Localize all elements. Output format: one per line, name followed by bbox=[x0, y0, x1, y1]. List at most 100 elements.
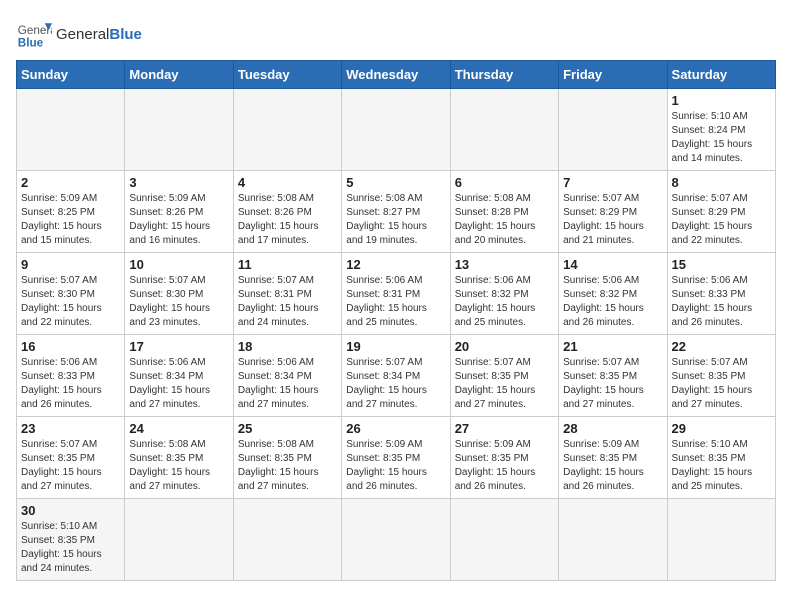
cell-info: Sunrise: 5:07 AM Sunset: 8:35 PM Dayligh… bbox=[455, 356, 554, 412]
calendar-cell: 2 Sunrise: 5:09 AM Sunset: 8:25 PM Daylig… bbox=[17, 171, 125, 253]
calendar-cell: 18 Sunrise: 5:06 AM Sunset: 8:34 PM Dayli… bbox=[233, 335, 341, 417]
calendar-cell bbox=[125, 499, 233, 581]
day-header-wednesday: Wednesday bbox=[342, 61, 450, 89]
calendar-cell: 22 Sunrise: 5:07 AM Sunset: 8:35 PM Dayli… bbox=[667, 335, 775, 417]
calendar-cell: 5 Sunrise: 5:08 AM Sunset: 8:27 PM Daylig… bbox=[342, 171, 450, 253]
day-header-monday: Monday bbox=[125, 61, 233, 89]
calendar-cell bbox=[450, 89, 558, 171]
cell-info: Sunrise: 5:06 AM Sunset: 8:33 PM Dayligh… bbox=[672, 274, 771, 330]
day-number: 3 bbox=[129, 175, 228, 190]
cell-info: Sunrise: 5:07 AM Sunset: 8:29 PM Dayligh… bbox=[563, 192, 662, 248]
day-number: 12 bbox=[346, 257, 445, 272]
day-number: 20 bbox=[455, 339, 554, 354]
calendar-cell: 28Sunrise: 5:09 AM Sunset: 8:35 PM Dayli… bbox=[559, 417, 667, 499]
calendar-cell: 9 Sunrise: 5:07 AM Sunset: 8:30 PM Daylig… bbox=[17, 253, 125, 335]
cell-info: Sunrise: 5:08 AM Sunset: 8:28 PM Dayligh… bbox=[455, 192, 554, 248]
cell-info: Sunrise: 5:08 AM Sunset: 8:35 PM Dayligh… bbox=[129, 438, 228, 494]
day-number: 19 bbox=[346, 339, 445, 354]
logo-icon: General Blue bbox=[16, 16, 52, 52]
calendar-cell: 26 Sunrise: 5:09 AM Sunset: 8:35 PM Dayli… bbox=[342, 417, 450, 499]
calendar-cell: 13 Sunrise: 5:06 AM Sunset: 8:32 PM Dayli… bbox=[450, 253, 558, 335]
calendar-cell: 14 Sunrise: 5:06 AM Sunset: 8:32 PM Dayli… bbox=[559, 253, 667, 335]
cell-info: Sunrise: 5:09 AM Sunset: 8:35 PM Dayligh… bbox=[346, 438, 445, 494]
day-number: 14 bbox=[563, 257, 662, 272]
cell-info: Sunrise: 5:10 AM Sunset: 8:24 PM Dayligh… bbox=[672, 110, 771, 166]
calendar-cell bbox=[559, 499, 667, 581]
day-number: 8 bbox=[672, 175, 771, 190]
day-number: 26 bbox=[346, 421, 445, 436]
day-header-friday: Friday bbox=[559, 61, 667, 89]
calendar-cell bbox=[233, 89, 341, 171]
svg-text:Blue: Blue bbox=[18, 37, 44, 50]
day-number: 5 bbox=[346, 175, 445, 190]
calendar-week-row: 23 Sunrise: 5:07 AM Sunset: 8:35 PM Dayli… bbox=[17, 417, 776, 499]
calendar-cell: 24 Sunrise: 5:08 AM Sunset: 8:35 PM Dayli… bbox=[125, 417, 233, 499]
calendar-cell: 11 Sunrise: 5:07 AM Sunset: 8:31 PM Dayli… bbox=[233, 253, 341, 335]
cell-info: Sunrise: 5:06 AM Sunset: 8:32 PM Dayligh… bbox=[455, 274, 554, 330]
cell-info: Sunrise: 5:07 AM Sunset: 8:31 PM Dayligh… bbox=[238, 274, 337, 330]
cell-info: Sunrise: 5:07 AM Sunset: 8:30 PM Dayligh… bbox=[129, 274, 228, 330]
day-number: 15 bbox=[672, 257, 771, 272]
calendar-cell: 12 Sunrise: 5:06 AM Sunset: 8:31 PM Dayli… bbox=[342, 253, 450, 335]
calendar-cell bbox=[17, 89, 125, 171]
day-number: 1 bbox=[672, 93, 771, 108]
day-number: 7 bbox=[563, 175, 662, 190]
cell-info: Sunrise: 5:09 AM Sunset: 8:26 PM Dayligh… bbox=[129, 192, 228, 248]
day-number: 10 bbox=[129, 257, 228, 272]
calendar: SundayMondayTuesdayWednesdayThursdayFrid… bbox=[16, 60, 776, 581]
cell-info: Sunrise: 5:06 AM Sunset: 8:32 PM Dayligh… bbox=[563, 274, 662, 330]
calendar-week-row: 30 Sunrise: 5:10 AM Sunset: 8:35 PM Dayli… bbox=[17, 499, 776, 581]
calendar-cell: 1 Sunrise: 5:10 AM Sunset: 8:24 PM Daylig… bbox=[667, 89, 775, 171]
day-number: 17 bbox=[129, 339, 228, 354]
calendar-cell: 16Sunrise: 5:06 AM Sunset: 8:33 PM Dayli… bbox=[17, 335, 125, 417]
calendar-cell: 15 Sunrise: 5:06 AM Sunset: 8:33 PM Dayli… bbox=[667, 253, 775, 335]
cell-info: Sunrise: 5:10 AM Sunset: 8:35 PM Dayligh… bbox=[672, 438, 771, 494]
day-number: 9 bbox=[21, 257, 120, 272]
calendar-cell: 20 Sunrise: 5:07 AM Sunset: 8:35 PM Dayli… bbox=[450, 335, 558, 417]
day-number: 30 bbox=[21, 503, 120, 518]
calendar-week-row: 16Sunrise: 5:06 AM Sunset: 8:33 PM Dayli… bbox=[17, 335, 776, 417]
cell-info: Sunrise: 5:07 AM Sunset: 8:30 PM Dayligh… bbox=[21, 274, 120, 330]
calendar-cell: 4Sunrise: 5:08 AM Sunset: 8:26 PM Daylig… bbox=[233, 171, 341, 253]
calendar-cell bbox=[450, 499, 558, 581]
cell-info: Sunrise: 5:07 AM Sunset: 8:29 PM Dayligh… bbox=[672, 192, 771, 248]
calendar-cell: 6Sunrise: 5:08 AM Sunset: 8:28 PM Daylig… bbox=[450, 171, 558, 253]
day-number: 18 bbox=[238, 339, 337, 354]
calendar-cell bbox=[342, 499, 450, 581]
day-number: 25 bbox=[238, 421, 337, 436]
cell-info: Sunrise: 5:09 AM Sunset: 8:25 PM Dayligh… bbox=[21, 192, 120, 248]
cell-info: Sunrise: 5:07 AM Sunset: 8:35 PM Dayligh… bbox=[21, 438, 120, 494]
cell-info: Sunrise: 5:08 AM Sunset: 8:27 PM Dayligh… bbox=[346, 192, 445, 248]
cell-info: Sunrise: 5:07 AM Sunset: 8:35 PM Dayligh… bbox=[672, 356, 771, 412]
day-number: 11 bbox=[238, 257, 337, 272]
calendar-week-row: 1 Sunrise: 5:10 AM Sunset: 8:24 PM Daylig… bbox=[17, 89, 776, 171]
day-number: 23 bbox=[21, 421, 120, 436]
day-number: 27 bbox=[455, 421, 554, 436]
cell-info: Sunrise: 5:06 AM Sunset: 8:34 PM Dayligh… bbox=[129, 356, 228, 412]
cell-info: Sunrise: 5:07 AM Sunset: 8:35 PM Dayligh… bbox=[563, 356, 662, 412]
calendar-cell: 8 Sunrise: 5:07 AM Sunset: 8:29 PM Daylig… bbox=[667, 171, 775, 253]
day-number: 13 bbox=[455, 257, 554, 272]
calendar-cell: 21Sunrise: 5:07 AM Sunset: 8:35 PM Dayli… bbox=[559, 335, 667, 417]
header: General Blue GeneralBlue bbox=[16, 16, 776, 52]
day-number: 22 bbox=[672, 339, 771, 354]
calendar-cell bbox=[342, 89, 450, 171]
cell-info: Sunrise: 5:09 AM Sunset: 8:35 PM Dayligh… bbox=[455, 438, 554, 494]
cell-info: Sunrise: 5:10 AM Sunset: 8:35 PM Dayligh… bbox=[21, 520, 120, 576]
day-number: 2 bbox=[21, 175, 120, 190]
calendar-cell bbox=[233, 499, 341, 581]
calendar-cell: 23 Sunrise: 5:07 AM Sunset: 8:35 PM Dayli… bbox=[17, 417, 125, 499]
calendar-cell: 30 Sunrise: 5:10 AM Sunset: 8:35 PM Dayli… bbox=[17, 499, 125, 581]
calendar-cell: 3 Sunrise: 5:09 AM Sunset: 8:26 PM Daylig… bbox=[125, 171, 233, 253]
calendar-cell: 27 Sunrise: 5:09 AM Sunset: 8:35 PM Dayli… bbox=[450, 417, 558, 499]
calendar-cell bbox=[667, 499, 775, 581]
calendar-cell: 17 Sunrise: 5:06 AM Sunset: 8:34 PM Dayli… bbox=[125, 335, 233, 417]
day-header-tuesday: Tuesday bbox=[233, 61, 341, 89]
calendar-week-row: 2 Sunrise: 5:09 AM Sunset: 8:25 PM Daylig… bbox=[17, 171, 776, 253]
cell-info: Sunrise: 5:07 AM Sunset: 8:34 PM Dayligh… bbox=[346, 356, 445, 412]
cell-info: Sunrise: 5:06 AM Sunset: 8:31 PM Dayligh… bbox=[346, 274, 445, 330]
calendar-cell: 7 Sunrise: 5:07 AM Sunset: 8:29 PM Daylig… bbox=[559, 171, 667, 253]
day-header-saturday: Saturday bbox=[667, 61, 775, 89]
day-number: 24 bbox=[129, 421, 228, 436]
cell-info: Sunrise: 5:06 AM Sunset: 8:34 PM Dayligh… bbox=[238, 356, 337, 412]
